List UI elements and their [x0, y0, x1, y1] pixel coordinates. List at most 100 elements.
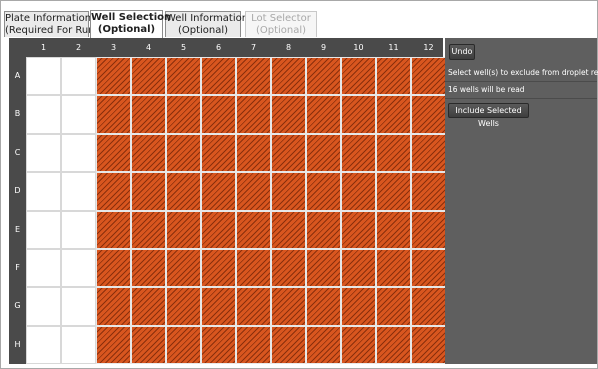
well-F12[interactable]: [411, 249, 446, 288]
well-C1[interactable]: [26, 133, 61, 173]
well-E8[interactable]: [271, 210, 306, 249]
well-H10[interactable]: [341, 325, 376, 365]
well-C8[interactable]: [271, 133, 306, 173]
well-B5[interactable]: [166, 95, 201, 134]
well-F2[interactable]: [61, 249, 96, 288]
well-A4[interactable]: [131, 57, 166, 96]
row-header-D[interactable]: D: [9, 172, 26, 210]
well-E10[interactable]: [341, 210, 376, 249]
row-header-C[interactable]: C: [9, 134, 26, 172]
tab-well-selection[interactable]: Well Selection (Optional): [90, 10, 171, 38]
column-header-9[interactable]: 9: [306, 38, 341, 57]
well-D5[interactable]: [166, 172, 201, 211]
well-H9[interactable]: [306, 325, 341, 365]
well-A1[interactable]: [26, 57, 61, 96]
well-B8[interactable]: [271, 95, 306, 134]
well-F11[interactable]: [376, 249, 411, 288]
well-D12[interactable]: [411, 172, 446, 211]
well-H11[interactable]: [376, 325, 411, 365]
well-F3[interactable]: [96, 249, 131, 288]
well-A7[interactable]: [236, 57, 271, 96]
well-D7[interactable]: [236, 172, 271, 211]
well-B11[interactable]: [376, 95, 411, 134]
well-A5[interactable]: [166, 57, 201, 96]
column-header-8[interactable]: 8: [271, 38, 306, 57]
well-B6[interactable]: [201, 95, 236, 134]
row-header-A[interactable]: A: [9, 57, 26, 95]
well-G2[interactable]: [61, 287, 96, 326]
well-F9[interactable]: [306, 249, 341, 288]
well-G11[interactable]: [376, 287, 411, 326]
column-header-1[interactable]: 1: [26, 38, 61, 57]
well-H4[interactable]: [131, 325, 166, 365]
well-C12[interactable]: [411, 133, 446, 173]
well-H12[interactable]: [411, 325, 446, 365]
well-G9[interactable]: [306, 287, 341, 326]
column-header-4[interactable]: 4: [131, 38, 166, 57]
well-B7[interactable]: [236, 95, 271, 134]
well-D2[interactable]: [61, 172, 96, 211]
well-E9[interactable]: [306, 210, 341, 249]
well-C4[interactable]: [131, 133, 166, 173]
column-header-5[interactable]: 5: [166, 38, 201, 57]
well-B10[interactable]: [341, 95, 376, 134]
column-header-3[interactable]: 3: [96, 38, 131, 57]
well-H1[interactable]: [26, 325, 61, 365]
well-D3[interactable]: [96, 172, 131, 211]
well-G3[interactable]: [96, 287, 131, 326]
tab-plate-information[interactable]: Plate Information (Required For Run): [4, 11, 98, 37]
well-B4[interactable]: [131, 95, 166, 134]
well-B2[interactable]: [61, 95, 96, 134]
well-A11[interactable]: [376, 57, 411, 96]
column-header-6[interactable]: 6: [201, 38, 236, 57]
well-B12[interactable]: [411, 95, 446, 134]
column-header-12[interactable]: 12: [411, 38, 446, 57]
row-header-B[interactable]: B: [9, 95, 26, 133]
well-A9[interactable]: [306, 57, 341, 96]
row-header-H[interactable]: H: [9, 326, 26, 364]
well-D8[interactable]: [271, 172, 306, 211]
well-A8[interactable]: [271, 57, 306, 96]
well-G8[interactable]: [271, 287, 306, 326]
well-F7[interactable]: [236, 249, 271, 288]
well-A10[interactable]: [341, 57, 376, 96]
undo-button[interactable]: Undo: [449, 44, 475, 60]
well-A6[interactable]: [201, 57, 236, 96]
well-E12[interactable]: [411, 210, 446, 249]
well-C2[interactable]: [61, 133, 96, 173]
well-C11[interactable]: [376, 133, 411, 173]
well-D9[interactable]: [306, 172, 341, 211]
well-F6[interactable]: [201, 249, 236, 288]
well-E7[interactable]: [236, 210, 271, 249]
well-C5[interactable]: [166, 133, 201, 173]
well-F1[interactable]: [26, 249, 61, 288]
well-F4[interactable]: [131, 249, 166, 288]
well-H2[interactable]: [61, 325, 96, 365]
well-C10[interactable]: [341, 133, 376, 173]
include-selected-wells-button[interactable]: Include Selected Wells: [448, 103, 529, 128]
well-G12[interactable]: [411, 287, 446, 326]
well-A3[interactable]: [96, 57, 131, 96]
well-B1[interactable]: [26, 95, 61, 134]
well-B9[interactable]: [306, 95, 341, 134]
well-E4[interactable]: [131, 210, 166, 249]
well-D6[interactable]: [201, 172, 236, 211]
well-D10[interactable]: [341, 172, 376, 211]
well-F5[interactable]: [166, 249, 201, 288]
well-H3[interactable]: [96, 325, 131, 365]
well-A12[interactable]: [411, 57, 446, 96]
row-header-G[interactable]: G: [9, 287, 26, 325]
well-E5[interactable]: [166, 210, 201, 249]
well-G7[interactable]: [236, 287, 271, 326]
column-header-11[interactable]: 11: [376, 38, 411, 57]
well-G5[interactable]: [166, 287, 201, 326]
well-H5[interactable]: [166, 325, 201, 365]
well-B3[interactable]: [96, 95, 131, 134]
well-C9[interactable]: [306, 133, 341, 173]
well-E6[interactable]: [201, 210, 236, 249]
well-E2[interactable]: [61, 210, 96, 249]
row-header-F[interactable]: F: [9, 249, 26, 287]
well-E3[interactable]: [96, 210, 131, 249]
well-D11[interactable]: [376, 172, 411, 211]
well-D1[interactable]: [26, 172, 61, 211]
